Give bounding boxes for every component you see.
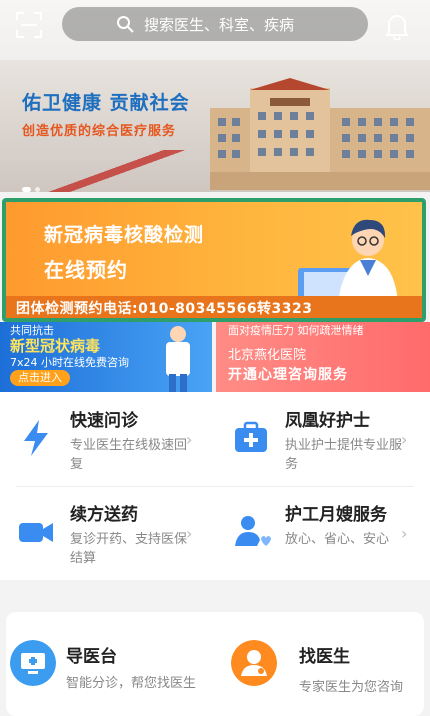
service-title: 续方送药	[70, 505, 138, 525]
service-prescription[interactable]: 续方送药 复诊开药、支持医保结算 ›	[0, 486, 215, 580]
covid-banner-title: 新冠病毒核酸检测	[44, 224, 205, 246]
find-doctor-entry[interactable]: 找医生 专家医生为您咨询	[215, 612, 424, 716]
hero-slogan: 佑卫健康 贡献社会	[22, 92, 190, 114]
doctor-icon	[231, 640, 277, 686]
quick-title: 找医生	[299, 647, 350, 667]
chevron-right-icon: ›	[186, 430, 193, 449]
service-title: 快速问诊	[70, 411, 138, 431]
covid-phone-text: 团体检测预约电话:010-80345566转3323	[16, 301, 313, 317]
service-desc: 复诊开药、支持医保结算	[70, 532, 188, 566]
banner-right-line1: 面对疫情压力 如何疏泄情绪	[228, 324, 364, 337]
doctor-figure-icon	[166, 326, 190, 392]
quick-desc: 专家医生为您咨询	[299, 680, 404, 695]
service-desc: 执业护士提供专业服务	[285, 438, 403, 472]
banner-left-line3: 7x24 小时在线免费咨询	[10, 356, 130, 369]
notification-bell-icon[interactable]	[384, 12, 410, 40]
search-icon	[117, 16, 134, 33]
services-grid: 快速问诊 专业医生在线极速回复 › 凤凰好护士 执业护士提供专业服务 › 续方送…	[0, 392, 430, 580]
chevron-right-icon: ›	[401, 430, 408, 449]
covid-banner-subtitle: 在线预约	[44, 258, 128, 282]
service-quick-consult[interactable]: 快速问诊 专业医生在线极速回复 ›	[0, 392, 215, 486]
chevron-right-icon: ›	[401, 524, 408, 543]
quick-entry-card: 导医台 智能分诊，帮您找医生 找医生 专家医生为您咨询	[6, 612, 424, 716]
service-nurse[interactable]: 凤凰好护士 执业护士提供专业服务 ›	[215, 392, 430, 486]
medkit-icon	[235, 421, 267, 452]
service-caregiver[interactable]: 护工月嫂服务 放心、省心、安心 ›	[215, 486, 430, 580]
covid-consult-banner[interactable]: 共同抗击 新型冠状病毒 7x24 小时在线免费咨询 点击进入	[0, 322, 212, 392]
service-desc: 放心、省心、安心	[285, 532, 390, 547]
quick-title: 导医台	[66, 647, 117, 667]
service-title: 护工月嫂服务	[285, 505, 387, 525]
covid-booking-phone[interactable]: 团体检测预约电话:010-80345566转3323	[6, 296, 422, 318]
hospital-building-image	[210, 78, 430, 190]
service-title: 凤凰好护士	[285, 411, 370, 431]
banner-right-line3: 开通心理咨询服务	[228, 367, 348, 383]
carousel-indicator	[22, 177, 44, 192]
lightning-icon	[24, 420, 48, 456]
psychological-consult-banner[interactable]: 面对疫情压力 如何疏泄情绪 北京燕化医院 开通心理咨询服务	[216, 322, 430, 392]
enter-button[interactable]: 点击进入	[10, 370, 70, 386]
search-placeholder: 搜索医生、科室、疾病	[144, 16, 295, 34]
video-camera-icon	[19, 523, 53, 542]
covid-test-banner[interactable]: 新冠病毒核酸检测 在线预约 团体检测预约电话:010-80345566转3323	[2, 198, 426, 322]
service-desc: 专业医生在线极速回复	[70, 438, 188, 472]
quick-desc: 智能分诊，帮您找医生	[66, 676, 197, 691]
chevron-right-icon: ›	[186, 524, 193, 543]
doctor-illustration	[298, 219, 398, 302]
search-input[interactable]: 搜索医生、科室、疾病	[62, 7, 368, 41]
banner-left-line2: 新型冠状病毒	[10, 337, 101, 355]
scan-icon[interactable]	[16, 12, 42, 38]
hero-subslogan: 创造优质的综合医疗服务	[22, 124, 177, 139]
banner-right-line2: 北京燕化医院	[228, 348, 307, 363]
monitor-icon	[10, 640, 56, 686]
caregiver-icon	[235, 516, 271, 546]
guide-desk-entry[interactable]: 导医台 智能分诊，帮您找医生	[6, 612, 215, 716]
